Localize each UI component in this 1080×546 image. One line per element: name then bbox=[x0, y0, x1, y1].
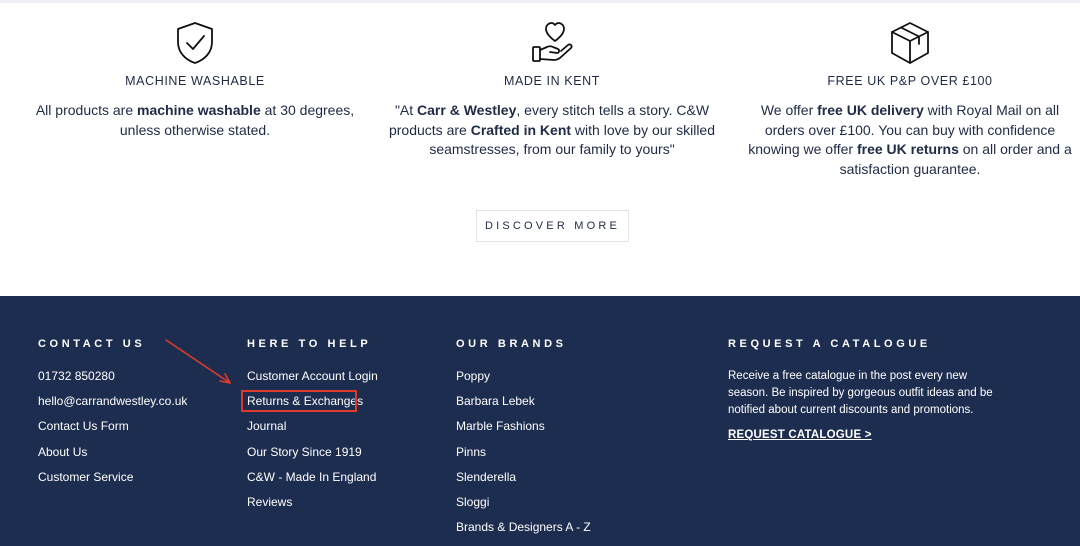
brand-link[interactable]: Brands & Designers A - Z bbox=[456, 520, 591, 534]
footer-list-item: C&W - Made In England bbox=[247, 470, 378, 495]
footer-catalogue-column: REQUEST A CATALOGUE Receive a free catal… bbox=[728, 338, 998, 443]
contact-link[interactable]: Contact Us Form bbox=[38, 419, 129, 433]
help-link[interactable]: Journal bbox=[247, 419, 286, 433]
footer-heading-help: HERE TO HELP bbox=[247, 338, 372, 350]
footer-list-item: hello@carrandwestley.co.uk bbox=[38, 394, 187, 419]
feature-emphasis: Carr & Westley bbox=[417, 102, 517, 118]
brand-link[interactable]: Poppy bbox=[456, 369, 490, 383]
footer-list-item: Slenderella bbox=[456, 470, 591, 495]
brand-links: Poppy Barbara Lebek Marble Fashions Pinns Sl… bbox=[456, 369, 591, 545]
request-catalogue-link[interactable]: REQUEST CATALOGUE > bbox=[728, 429, 872, 441]
feature-title: MADE IN KENT bbox=[503, 74, 601, 88]
contact-link[interactable]: About Us bbox=[38, 445, 87, 459]
site-footer: CONTACT US 01732 850280 hello@carrandwest… bbox=[0, 296, 1080, 546]
feature-free-uk-pp: FREE UK P&P OVER £100 We offer free UK d… bbox=[745, 20, 1075, 179]
help-link[interactable]: C&W - Made In England bbox=[247, 470, 376, 484]
heart-hand-icon bbox=[532, 22, 573, 62]
annotation-arrow bbox=[165, 339, 231, 384]
footer-heading-brands: OUR BRANDS bbox=[456, 338, 567, 350]
brand-link[interactable]: Slenderella bbox=[456, 470, 516, 484]
feature-description: "At Carr & Westley, every stitch tells a… bbox=[387, 101, 717, 160]
feature-emphasis: free UK returns bbox=[856, 141, 959, 158]
feature-emphasis: machine washable bbox=[137, 102, 261, 118]
footer-list-item: Contact Us Form bbox=[38, 419, 187, 444]
footer-list-item: Our Story Since 1919 bbox=[247, 445, 378, 470]
footer-list-item: Journal bbox=[247, 419, 378, 444]
footer-list-item: Reviews bbox=[247, 495, 378, 520]
help-link[interactable]: Reviews bbox=[247, 495, 292, 509]
help-link[interactable]: Our Story Since 1919 bbox=[247, 445, 362, 459]
footer-list-item: Marble Fashions bbox=[456, 419, 591, 444]
feature-made-in-kent: MADE IN KENT "At Carr & Westley, every s… bbox=[387, 20, 717, 160]
footer-help-column: HERE TO HELP Customer Account Login Retur… bbox=[247, 338, 378, 520]
feature-machine-washable: MACHINE WASHABLE All products are machin… bbox=[30, 20, 360, 140]
feature-text: "At bbox=[394, 102, 418, 118]
brand-link[interactable]: Marble Fashions bbox=[456, 419, 545, 433]
feature-title: FREE UK P&P OVER £100 bbox=[827, 74, 993, 88]
brand-link[interactable]: Sloggi bbox=[456, 495, 489, 509]
discover-more-button[interactable]: DISCOVER MORE bbox=[476, 210, 629, 242]
help-link[interactable]: Customer Account Login bbox=[247, 369, 378, 383]
footer-list-item: Poppy bbox=[456, 369, 591, 394]
footer-list-item: About Us bbox=[38, 445, 187, 470]
feature-description: We offer free UK delivery with Royal Mai… bbox=[745, 101, 1075, 179]
feature-emphasis: free UK delivery bbox=[817, 102, 924, 118]
shield-check-icon bbox=[177, 22, 213, 64]
feature-description: All products are machine washable at 30 … bbox=[30, 101, 360, 140]
feature-title: MACHINE WASHABLE bbox=[125, 74, 265, 88]
footer-list-item: Customer Service bbox=[38, 470, 187, 495]
contact-link[interactable]: 01732 850280 bbox=[38, 369, 115, 383]
footer-list-item: Brands & Designers A - Z bbox=[456, 520, 591, 545]
feature-text: All products are bbox=[35, 102, 138, 118]
feature-emphasis: Crafted in Kent bbox=[470, 121, 572, 138]
brand-link[interactable]: Pinns bbox=[456, 445, 486, 459]
footer-list-item: Barbara Lebek bbox=[456, 394, 591, 419]
contact-link[interactable]: hello@carrandwestley.co.uk bbox=[38, 394, 187, 408]
annotation-highlight-box bbox=[241, 390, 357, 412]
box-icon bbox=[891, 22, 929, 64]
contact-link[interactable]: Customer Service bbox=[38, 470, 133, 484]
catalogue-description: Receive a free catalogue in the post eve… bbox=[728, 370, 993, 416]
feature-text: We offer bbox=[760, 102, 818, 118]
footer-heading-catalogue: REQUEST A CATALOGUE bbox=[728, 338, 931, 350]
brand-link[interactable]: Barbara Lebek bbox=[456, 394, 535, 408]
footer-brands-column: OUR BRANDS Poppy Barbara Lebek Marble Fash… bbox=[456, 338, 591, 545]
footer-list-item: Pinns bbox=[456, 445, 591, 470]
footer-list-item: Sloggi bbox=[456, 495, 591, 520]
features-section: MACHINE WASHABLE All products are machin… bbox=[0, 0, 1080, 296]
